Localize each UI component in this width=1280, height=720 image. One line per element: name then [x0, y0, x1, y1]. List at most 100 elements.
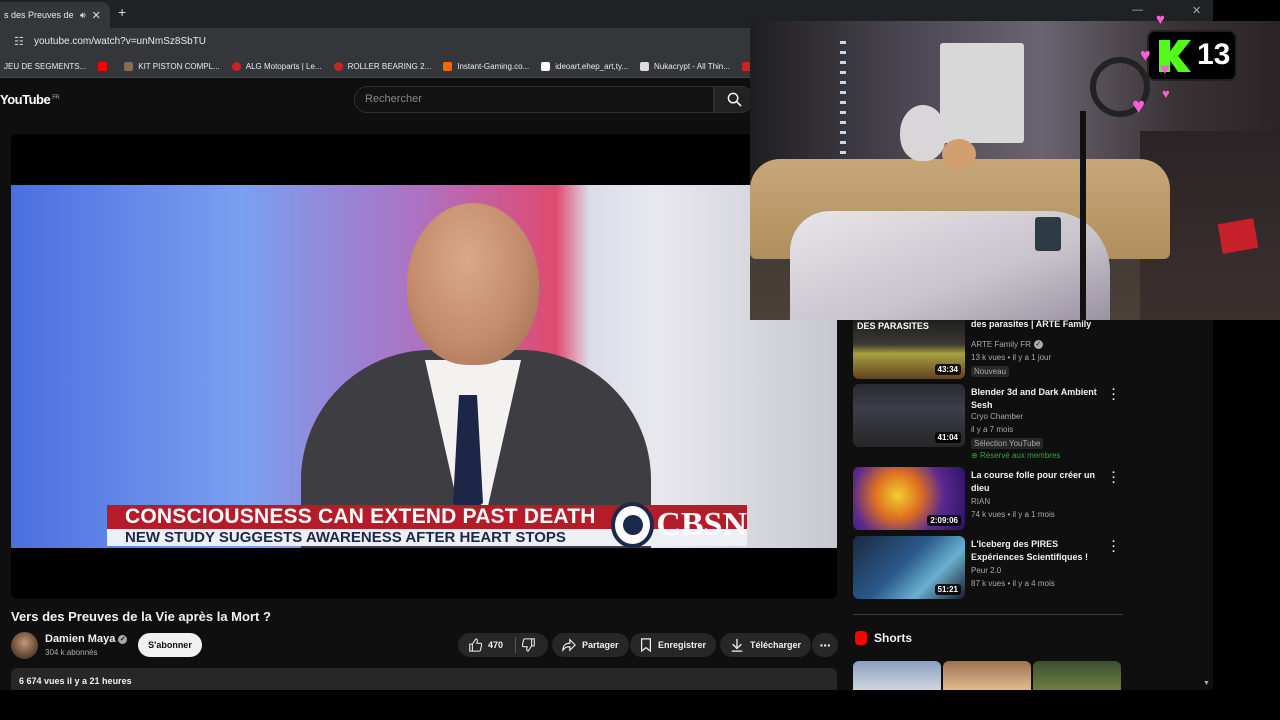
rec-channel[interactable]: RIAN	[971, 497, 990, 506]
rec-channel[interactable]: ARTE Family FR ✓	[971, 340, 1043, 350]
like-dislike-group: 470	[458, 633, 548, 657]
heart-icon: ♥	[1156, 11, 1165, 28]
members-only-badge: ⊕ Réservé aux membres	[971, 451, 1061, 460]
heart-icon: ♥	[1140, 45, 1151, 65]
duration-badge: 51:21	[934, 584, 961, 595]
youtube-logo[interactable]: YouTube FR	[0, 92, 60, 107]
site-icon	[124, 62, 134, 71]
bookmark-item[interactable]: ideoart,ehep_art,ty...	[541, 62, 628, 71]
recommendation-item[interactable]: 2:09:06 La course folle pour créer un di…	[853, 467, 1123, 531]
close-tab-icon[interactable]: ✕	[92, 9, 101, 22]
search-input[interactable]: Rechercher	[354, 86, 714, 113]
recommendation-item[interactable]: 41:04 Blender 3d and Dark Ambient Sesh C…	[853, 384, 1123, 460]
site-icon	[231, 62, 241, 71]
like-count[interactable]: 470	[488, 640, 503, 650]
url-text[interactable]: youtube.com/watch?v=unNmSz8SbTU	[34, 36, 206, 47]
verified-icon: ✓	[118, 634, 128, 644]
cbs-eye-icon	[611, 502, 655, 548]
more-icon: ···	[819, 637, 832, 653]
viewer-count: 13	[1197, 38, 1231, 71]
short-thumbnail[interactable]	[1033, 661, 1121, 690]
mask-figure	[900, 105, 946, 161]
site-icon	[640, 62, 650, 71]
download-button[interactable]: Télécharger	[720, 633, 812, 657]
close-window-icon[interactable]: ✕	[1192, 4, 1201, 17]
rec-meta: 13 k vues • il y a 1 jour	[971, 353, 1052, 362]
more-options-icon[interactable]: · · ·	[1112, 468, 1116, 489]
site-settings-icon[interactable]: ☷	[14, 35, 28, 49]
share-button[interactable]: Partager	[552, 633, 629, 657]
video-frame[interactable]: CONSCIOUSNESS CAN EXTEND PAST DEATH NEW …	[11, 185, 837, 548]
more-options-icon[interactable]: · · ·	[1112, 537, 1116, 558]
search-button[interactable]	[714, 86, 754, 113]
divider	[853, 614, 1123, 615]
screen-margin-bottom	[0, 690, 1280, 720]
rec-title[interactable]: La course folle pour créer un dieu	[971, 469, 1111, 495]
selection-badge: Sélection YouTube	[971, 438, 1044, 449]
blanket	[790, 211, 1110, 320]
heart-icon: ♥	[1132, 93, 1146, 118]
bookmark-item[interactable]: ALG Motoparts | Le...	[231, 62, 322, 71]
site-icon	[541, 62, 551, 71]
new-tab-button[interactable]: +	[118, 4, 126, 20]
teddy-bear	[942, 139, 976, 169]
bookmark-item[interactable]: Instant-Gaming.co...	[443, 62, 529, 71]
rec-channel[interactable]: Peur 2.0	[971, 566, 1001, 575]
red-object	[1217, 218, 1259, 254]
subscribe-button[interactable]: S'abonner	[138, 633, 202, 657]
scroll-down-icon[interactable]: ▼	[1203, 680, 1210, 687]
bookmark-item[interactable]	[98, 62, 112, 71]
new-badge: Nouveau	[971, 366, 1010, 377]
bookmark-icon	[641, 638, 651, 652]
rec-title[interactable]: L'Iceberg des PIRES Expériences Scientif…	[971, 538, 1111, 564]
video-title: Vers des Preuves de la Vie après la Mort…	[11, 609, 271, 624]
recommendation-item[interactable]: DES PARASITES 43:34 des parasites | ARTE…	[853, 316, 1123, 380]
channel-name[interactable]: Damien Maya ✓	[45, 633, 128, 645]
rec-meta: 74 k vues • il y a 1 mois	[971, 510, 1055, 519]
browser-tab[interactable]: s des Preuves de la V 🔊︎ ✕	[0, 2, 110, 28]
person-head	[407, 203, 539, 365]
channel-avatar[interactable]	[11, 632, 38, 659]
video-thumbnail[interactable]: DES PARASITES 43:34	[853, 316, 965, 379]
video-player[interactable]: CONSCIOUSNESS CAN EXTEND PAST DEATH NEW …	[11, 134, 837, 599]
short-thumbnail[interactable]	[853, 661, 941, 690]
cbsn-logo: CBSN	[611, 501, 747, 548]
save-button[interactable]: Enregistrer	[630, 633, 717, 657]
bookmark-item[interactable]: KIT PISTON COMPL...	[124, 62, 220, 71]
bookmark-item[interactable]: Nukacrypt - All Thin...	[640, 62, 730, 71]
heart-icon: ♥	[1160, 61, 1170, 78]
share-icon	[562, 638, 576, 652]
light-stand	[1080, 111, 1086, 320]
bookmark-item[interactable]: JEU DE SEGMENTS...	[4, 62, 86, 71]
like-icon[interactable]	[468, 638, 482, 652]
video-thumbnail[interactable]: 2:09:06	[853, 467, 965, 530]
rec-meta: 87 k vues • il y a 4 mois	[971, 579, 1055, 588]
bookmark-item[interactable]: ROLLER BEARING 2...	[333, 62, 431, 71]
shorts-heading: Shorts	[855, 631, 912, 645]
heart-icon: ♥	[1162, 86, 1170, 101]
more-options-icon[interactable]: · · ·	[1112, 385, 1116, 406]
subscriber-count: 304 k abonnés	[45, 648, 98, 657]
phone	[1035, 217, 1061, 251]
minimize-icon[interactable]: —	[1132, 4, 1143, 16]
video-thumbnail[interactable]: 41:04	[853, 384, 965, 447]
duration-badge: 41:04	[934, 432, 961, 443]
download-icon	[731, 638, 743, 652]
tab-title: s des Preuves de la V	[4, 10, 76, 20]
speaker-icon[interactable]: 🔊︎	[80, 10, 86, 21]
shorts-icon	[855, 631, 867, 645]
recommendation-item[interactable]: 51:21 L'Iceberg des PIRES Expériences Sc…	[853, 536, 1123, 600]
dislike-icon[interactable]	[522, 638, 536, 652]
short-thumbnail[interactable]	[943, 661, 1031, 690]
rec-title[interactable]: Blender 3d and Dark Ambient Sesh	[971, 386, 1111, 412]
rec-meta: il y a 7 mois	[971, 425, 1014, 434]
verified-icon: ✓	[1033, 340, 1043, 350]
search-icon	[727, 92, 742, 107]
rec-channel[interactable]: Cryo Chamber	[971, 412, 1023, 421]
video-thumbnail[interactable]: 51:21	[853, 536, 965, 599]
wall-poster	[940, 43, 1024, 143]
views-description[interactable]: 6 674 vues il y a 21 heures	[11, 668, 837, 690]
more-actions-button[interactable]: ···	[812, 633, 838, 657]
duration-badge: 43:34	[934, 364, 961, 375]
youtube-icon	[98, 62, 108, 71]
